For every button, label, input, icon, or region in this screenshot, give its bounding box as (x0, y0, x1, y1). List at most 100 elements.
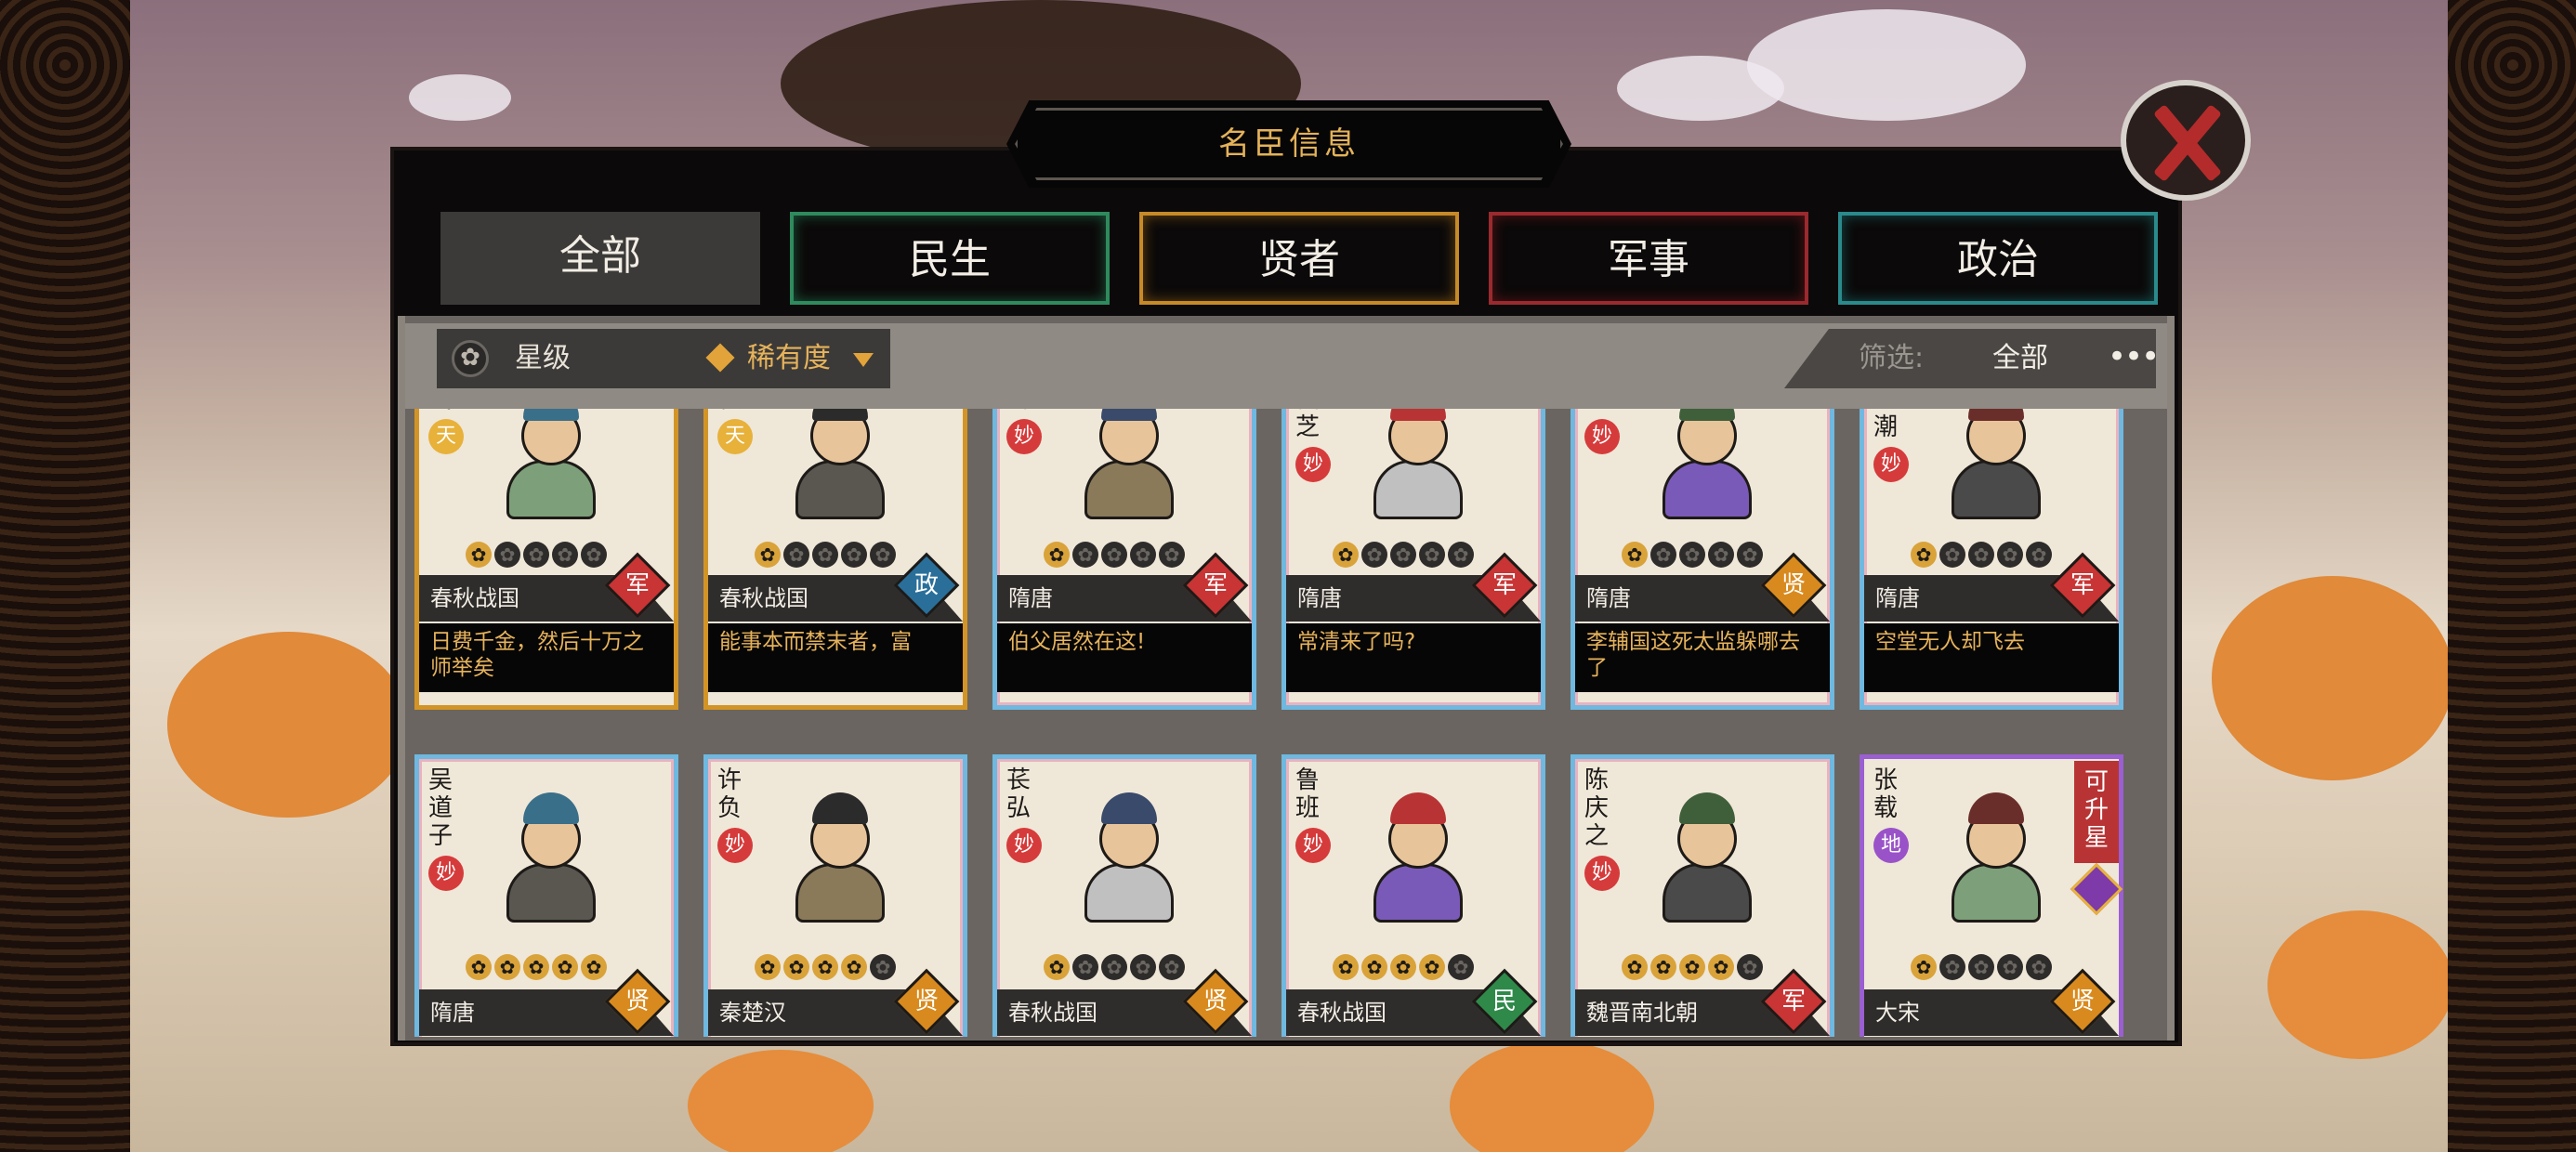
minister-card[interactable]: 苌弘妙 ✿ ✿ ✿ ✿ ✿ 春秋战国贤 (992, 754, 1256, 1037)
minister-portrait (1651, 409, 1763, 523)
star-rating: ✿ ✿ ✿ ✿ ✿ (1622, 954, 1798, 982)
star-sort-label: 星级 (515, 342, 571, 374)
star-rating: ✿ ✿ ✿ ✿ ✿ (1911, 954, 2087, 982)
minister-card[interactable]: 许负妙 ✿ ✿ ✿ ✿ ✿ 秦楚汉贤 (703, 754, 967, 1037)
rarity-badge: 天 (717, 419, 753, 454)
star-filled-icon: ✿ (1679, 954, 1705, 980)
role-label: 民 (1492, 988, 1517, 1015)
star-empty-icon: ✿ (841, 542, 867, 568)
star-empty-icon: ✿ (1072, 542, 1098, 568)
star-empty-icon: ✿ (581, 542, 607, 568)
star-filled-icon: ✿ (812, 954, 838, 980)
star-empty-icon: ✿ (1101, 542, 1127, 568)
star-filled-icon: ✿ (755, 542, 781, 568)
minister-name: 泌 (1584, 409, 1612, 413)
role-label: 贤 (2070, 988, 2095, 1015)
portrait-hat (1390, 792, 1446, 824)
minister-name: 武 (428, 409, 456, 413)
rarity-badge: 妙 (1584, 419, 1620, 454)
star-rating: ✿ ✿ ✿ ✿ ✿ (1044, 542, 1220, 569)
quote-box: 空堂无人却飞去 (1864, 623, 2119, 692)
era-label: 春秋战国 (1008, 1000, 1097, 1026)
star-filled-icon: ✿ (581, 954, 607, 980)
star-rating: ✿ ✿ ✿ ✿ ✿ (755, 954, 931, 982)
era-label: 魏晋南北朝 (1586, 1000, 1698, 1026)
minister-card[interactable]: 仙芝妙✿✿✿✿✿隋唐军常清来了吗? (1281, 409, 1545, 710)
star-filled-icon: ✿ (1650, 954, 1676, 980)
star-empty-icon: ✿ (1159, 542, 1185, 568)
tab-all[interactable]: 全部 (440, 212, 760, 305)
minister-card-grid[interactable]: 武天✿✿✿✿✿春秋战国军日费千金，然后十万之师举矣鞅天✿✿✿✿✿春秋战国政能事本… (414, 409, 2158, 1037)
minister-card[interactable]: 鲁班妙 ✿ ✿ ✿ ✿ ✿ 春秋战国民 (1281, 754, 1545, 1037)
tree-decoration (688, 1050, 874, 1152)
star-empty-icon: ✿ (1968, 954, 1994, 980)
star-empty-icon: ✿ (1072, 954, 1098, 980)
portrait-body (1952, 863, 2041, 923)
star-filled-icon: ✿ (1708, 954, 1734, 980)
role-label: 政 (913, 571, 939, 599)
minister-portrait (1651, 787, 1763, 926)
portrait-hat (1968, 409, 2024, 421)
rarity-badge: 妙 (428, 856, 464, 891)
quote-box: 伯父居然在这! (997, 623, 1252, 692)
star-empty-icon: ✿ (870, 954, 896, 980)
close-button[interactable] (2102, 71, 2267, 210)
minister-portrait (784, 787, 896, 926)
minister-card[interactable]: 张载地 ✿ ✿ ✿ ✿ ✿ 大宋贤可升星 (1860, 754, 2123, 1037)
dialog-title: 名臣信息 (1218, 125, 1360, 163)
minister-card[interactable]: 陈庆之妙 ✿ ✿ ✿ ✿ ✿ 魏晋南北朝军 (1571, 754, 1834, 1037)
minister-portrait (1073, 409, 1185, 523)
portrait-hat (812, 409, 868, 421)
role-label: 贤 (1781, 571, 1806, 599)
portrait-body (795, 460, 885, 519)
minister-card[interactable]: 鞅天✿✿✿✿✿春秋战国政能事本而禁末者，富 (703, 409, 967, 710)
portrait-body (506, 460, 596, 519)
star-empty-icon: ✿ (1390, 542, 1416, 568)
minister-card[interactable]: 泌妙✿✿✿✿✿隋唐贤李辅国这死太监躲哪去了 (1571, 409, 1834, 710)
more-options-icon[interactable]: ••• (2108, 329, 2156, 385)
star-empty-icon: ✿ (1101, 954, 1127, 980)
portrait-body (1663, 460, 1752, 519)
tree-decoration (167, 632, 409, 818)
tab-livelihood[interactable]: 民生 (790, 212, 1110, 305)
portrait-body (1663, 863, 1752, 923)
minister-name: 仙芝 (1295, 409, 1321, 441)
tree-decoration (2267, 910, 2453, 1059)
role-label: 贤 (624, 988, 650, 1015)
minister-card[interactable]: 昕妙✿✿✿✿✿隋唐军伯父居然在这! (992, 409, 1256, 710)
filter-value: 全部 (1992, 342, 2048, 374)
role-label: 军 (1492, 571, 1517, 599)
minister-card[interactable]: 武天✿✿✿✿✿春秋战国军日费千金，然后十万之师举矣 (414, 409, 678, 710)
tab-politics[interactable]: 政治 (1838, 212, 2158, 305)
star-empty-icon: ✿ (2026, 954, 2052, 980)
quote-box: 常清来了吗? (1286, 623, 1541, 692)
minister-quote: 常清来了吗? (1297, 630, 1416, 654)
upgrade-star-tag[interactable]: 可升星 (2074, 761, 2119, 863)
minister-quote: 日费千金，然后十万之师举矣 (430, 630, 644, 680)
diamond-icon (705, 343, 735, 373)
rarity-sort-dropdown[interactable]: 稀有度 (651, 329, 890, 388)
minister-card[interactable]: 仪潮妙✿✿✿✿✿隋唐军空堂无人却飞去 (1860, 409, 2123, 710)
star-empty-icon: ✿ (1939, 542, 1965, 568)
star-filled-icon: ✿ (783, 954, 809, 980)
role-label: 军 (2070, 571, 2095, 599)
era-label: 大宋 (1875, 1000, 1920, 1026)
rarity-badge: 妙 (1006, 419, 1042, 454)
minister-portrait (1940, 409, 2052, 523)
rarity-badge: 妙 (1584, 856, 1620, 891)
star-rating: ✿ ✿ ✿ ✿ ✿ (1333, 954, 1509, 982)
star-filled-icon: ✿ (1333, 954, 1359, 980)
tab-military[interactable]: 军事 (1489, 212, 1808, 305)
star-empty-icon: ✿ (1159, 954, 1185, 980)
star-filled-icon: ✿ (755, 954, 781, 980)
star-filled-icon: ✿ (523, 954, 549, 980)
minister-card[interactable]: 吴道子妙 ✿ ✿ ✿ ✿ ✿ 隋唐贤 (414, 754, 678, 1037)
minister-name: 鲁班 (1295, 766, 1321, 822)
filter-label: 筛选: (1859, 342, 1925, 374)
filter-dropdown[interactable]: 筛选: 全部 ••• (1784, 329, 2156, 388)
star-empty-icon: ✿ (2026, 542, 2052, 568)
star-filled-icon: ✿ (1333, 542, 1359, 568)
star-empty-icon: ✿ (1361, 542, 1387, 568)
minister-portrait (1362, 409, 1474, 523)
tab-sage[interactable]: 贤者 (1139, 212, 1459, 305)
